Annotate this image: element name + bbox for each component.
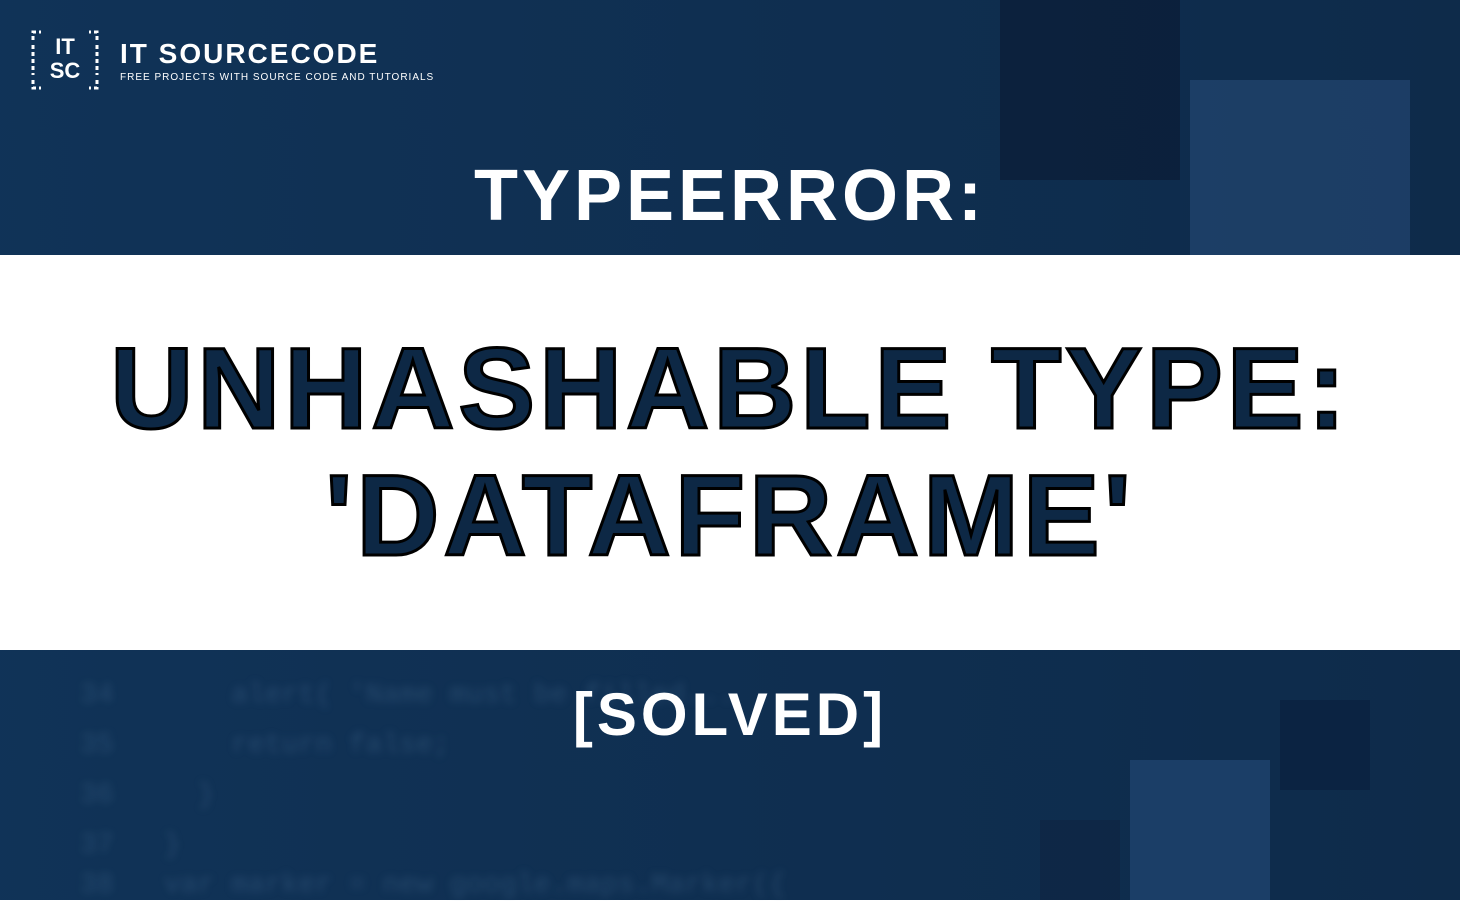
decorative-square <box>1000 0 1180 180</box>
footer-solved: [SOLVED] <box>573 680 887 749</box>
bg-line-37: 37 } <box>80 830 181 861</box>
logo-subtitle: FREE PROJECTS WITH SOURCE CODE AND TUTOR… <box>120 72 434 83</box>
bg-line-36: 36 } <box>80 780 214 811</box>
svg-text:SC: SC <box>50 58 81 83</box>
decorative-square <box>1130 760 1270 900</box>
svg-text:IT: IT <box>55 34 75 59</box>
decorative-square <box>1040 820 1120 900</box>
logo-text: IT SOURCECODE FREE PROJECTS WITH SOURCE … <box>120 38 434 83</box>
bg-line-38: 38 var marker = new google.maps.Marker({ <box>80 870 786 901</box>
header-typeerror: TYPEERROR: <box>474 155 986 237</box>
decorative-square <box>1280 700 1370 790</box>
logo-icon: IT SC <box>25 20 105 100</box>
white-banner: UNHASHABLE TYPE: 'DATAFRAME' <box>0 255 1460 650</box>
bg-line-35: 35 return false; <box>80 730 450 761</box>
logo-title: IT SOURCECODE <box>120 38 434 70</box>
banner-line1: UNHASHABLE TYPE: <box>110 326 1350 453</box>
banner-line2: 'DATAFRAME' <box>325 453 1135 580</box>
logo: IT SC IT SOURCECODE FREE PROJECTS WITH S… <box>25 20 434 100</box>
